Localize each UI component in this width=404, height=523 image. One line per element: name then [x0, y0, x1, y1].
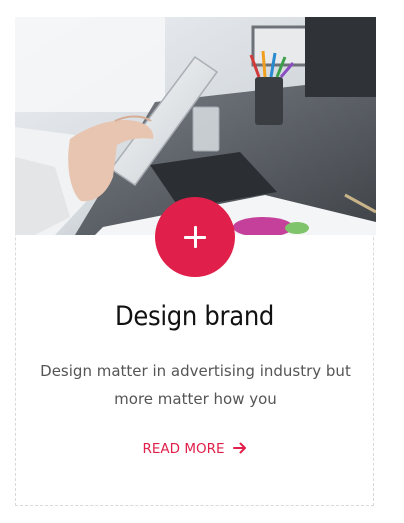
service-card: Design brand Design matter in advertisin…	[15, 17, 376, 506]
read-more-label: READ MORE	[142, 441, 225, 457]
card-description: Design matter in advertising industry bu…	[40, 362, 351, 408]
read-more-link[interactable]: READ MORE	[16, 441, 373, 458]
add-button[interactable]	[155, 197, 235, 277]
card-title: Design brand	[114, 301, 275, 332]
arrow-right-icon	[232, 442, 247, 458]
